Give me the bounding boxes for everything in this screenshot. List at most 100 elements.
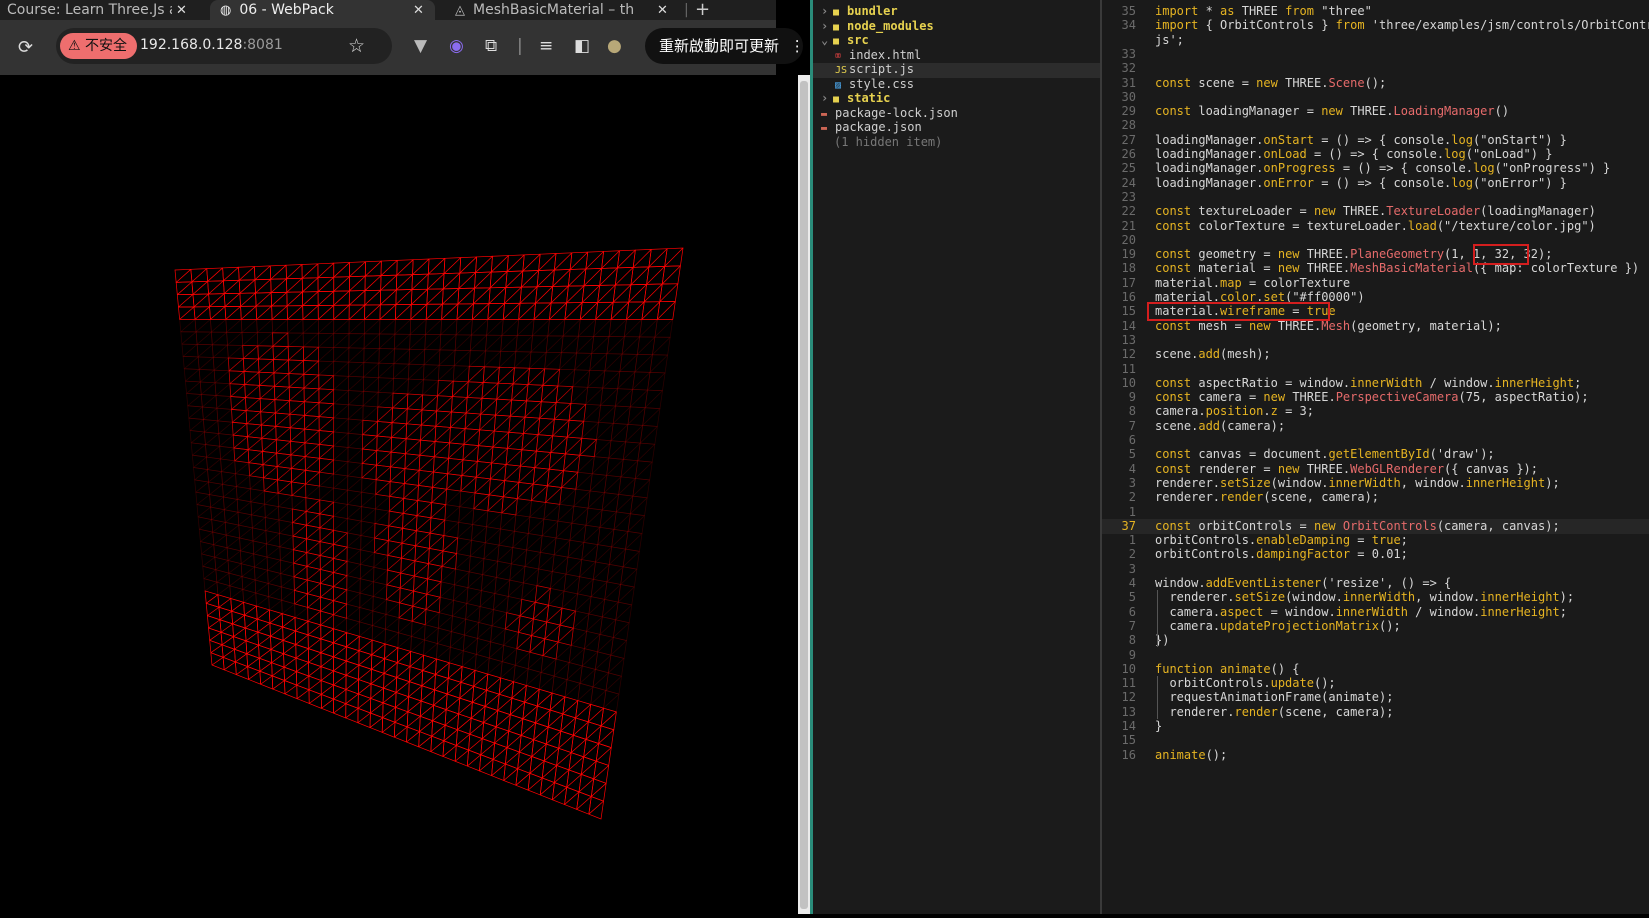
close-tab-icon[interactable]: ✕ bbox=[176, 3, 187, 18]
wireframe-cell bbox=[320, 666, 334, 686]
code-line[interactable]: 5 renderer.setSize(window.innerWidth, wi… bbox=[1102, 590, 1649, 605]
code-line[interactable]: 14} bbox=[1102, 719, 1649, 734]
wireframe-cell bbox=[303, 346, 319, 362]
tab-webpack[interactable]: ◍ 06 - WebPack ✕ bbox=[210, 0, 435, 20]
code-line[interactable]: 12 requestAnimationFrame(animate); bbox=[1102, 690, 1649, 705]
tab-course[interactable]: Course: Learn Three.Js a ✕ bbox=[0, 0, 200, 20]
code-line[interactable]: 28 bbox=[1102, 118, 1649, 133]
code-line[interactable]: 26 loadingManager.onLoad = () => { consol… bbox=[1102, 147, 1649, 162]
explorer-item[interactable]: › ■ node_modules bbox=[821, 19, 934, 34]
code-line[interactable]: 8}) bbox=[1102, 633, 1649, 648]
explorer-item[interactable]: › ■ static bbox=[821, 91, 890, 106]
code-editor[interactable]: 35 import * as THREE from "three" 34 import… bbox=[1102, 0, 1649, 914]
webgl-canvas[interactable] bbox=[0, 75, 798, 914]
chevron-right-icon[interactable]: › bbox=[821, 4, 833, 19]
explorer-item[interactable]: ⌄ ■ src bbox=[821, 33, 869, 48]
wireframe-cell bbox=[556, 747, 572, 771]
wireframe-cell bbox=[495, 710, 511, 732]
wireframe-cell bbox=[288, 386, 305, 403]
side-panel-icon[interactable]: ◧ bbox=[574, 36, 590, 56]
code-line[interactable]: 23 bbox=[1102, 190, 1649, 205]
code-line[interactable]: 5 const canvas = document.getElementById(… bbox=[1102, 447, 1649, 462]
code-line[interactable]: 27 loadingManager.onStart = () => { conso… bbox=[1102, 133, 1649, 148]
update-button[interactable]: 重新啟動即可更新 ⋮ bbox=[645, 28, 805, 64]
new-tab-icon[interactable]: + bbox=[695, 0, 710, 20]
code-line[interactable]: 30 bbox=[1102, 90, 1649, 105]
vue-devtools-icon[interactable]: ▼ bbox=[414, 36, 427, 56]
code-line[interactable]: 13 bbox=[1102, 333, 1649, 348]
code-line[interactable]: 18 const material = new THREE.MeshBasicMa… bbox=[1102, 261, 1649, 276]
explorer-item[interactable]: › ■ bundler bbox=[821, 4, 898, 19]
code-line[interactable]: 11 orbitControls.update(); bbox=[1102, 676, 1649, 691]
code-line[interactable]: 9 const camera = new THREE.PerspectiveCam… bbox=[1102, 390, 1649, 405]
code-line[interactable]: 24 loadingManager.onError = () => { conso… bbox=[1102, 176, 1649, 191]
explorer-item[interactable]: JS script.js bbox=[835, 62, 914, 77]
address-bar[interactable]: ⚠ 不安全 192.168.0.128:8081 ☆ bbox=[56, 28, 392, 64]
close-tab-icon[interactable]: ✕ bbox=[657, 3, 668, 18]
scrollbar-thumb[interactable] bbox=[800, 81, 808, 909]
explorer-item[interactable]: ▬ package.json bbox=[821, 120, 922, 135]
code-line[interactable]: 31 const scene = new THREE.Scene(); bbox=[1102, 76, 1649, 91]
explorer-item[interactable]: ▨ style.css bbox=[835, 77, 914, 92]
chevron-right-icon[interactable]: › bbox=[821, 19, 833, 34]
extension-icon[interactable]: ◉ bbox=[449, 36, 464, 56]
media-queue-icon[interactable]: ≡ bbox=[539, 36, 553, 56]
code-line[interactable]: 2 orbitControls.dampingFactor = 0.01; bbox=[1102, 547, 1649, 562]
star-icon[interactable]: ☆ bbox=[348, 35, 365, 57]
code-line[interactable]: 7 camera.updateProjectionMatrix(); bbox=[1102, 619, 1649, 634]
wireframe-cell bbox=[230, 598, 245, 616]
code-line[interactable]: 1 orbitControls.enableDamping = true; bbox=[1102, 533, 1649, 548]
tab-meshbasicmaterial[interactable]: ◬ MeshBasicMaterial – thr ✕ bbox=[445, 0, 675, 20]
code-line[interactable]: 10 const aspectRatio = window.innerWidth … bbox=[1102, 376, 1649, 391]
code-line[interactable]: 6 camera.aspect = window.innerWidth / wi… bbox=[1102, 605, 1649, 620]
code-line[interactable]: js'; bbox=[1102, 33, 1649, 48]
explorer-item[interactable]: (1 hidden item) bbox=[834, 135, 942, 150]
chevron-down-icon[interactable]: ⌄ bbox=[821, 33, 833, 48]
wireframe-cell bbox=[360, 520, 376, 539]
code-line[interactable]: 34 import { OrbitControls } from 'three/e… bbox=[1102, 18, 1649, 33]
code-line[interactable]: 4 const renderer = new THREE.WebGLRendere… bbox=[1102, 462, 1649, 477]
code-line[interactable]: 7 scene.add(camera); bbox=[1102, 419, 1649, 434]
code-line[interactable]: 35 import * as THREE from "three" bbox=[1102, 4, 1649, 19]
code-line[interactable]: 10 function animate() { bbox=[1102, 662, 1649, 677]
wireframe-cell bbox=[622, 548, 640, 570]
code-line[interactable]: 3 renderer.setSize(window.innerWidth, win… bbox=[1102, 476, 1649, 491]
explorer-item[interactable]: ⌧ index.html bbox=[835, 48, 921, 63]
code-line[interactable]: 29 const loadingManager = new THREE.Loadi… bbox=[1102, 104, 1649, 119]
code-line[interactable]: 2 renderer.render(scene, camera); bbox=[1102, 490, 1649, 505]
security-badge[interactable]: ⚠ 不安全 bbox=[60, 33, 138, 59]
code-line[interactable]: 17 material.map = colorTexture bbox=[1102, 276, 1649, 291]
code-line[interactable]: 19 const geometry = new THREE.PlaneGeomet… bbox=[1102, 247, 1649, 262]
line-number: 11 bbox=[1121, 361, 1136, 376]
code-line[interactable]: 8 camera.position.z = 3; bbox=[1102, 404, 1649, 419]
code-line[interactable]: 25 loadingManager.onProgress = () => { co… bbox=[1102, 161, 1649, 176]
code-line[interactable]: 12 scene.add(mesh); bbox=[1102, 347, 1649, 362]
code-line[interactable]: 15 bbox=[1102, 733, 1649, 748]
chevron-right-icon[interactable]: › bbox=[821, 91, 833, 106]
code-line[interactable]: 4 window.addEventListener('resize', () =>… bbox=[1102, 576, 1649, 591]
code-line[interactable]: 37 const orbitControls = new OrbitControl… bbox=[1102, 518, 1649, 534]
code-line[interactable]: 1 bbox=[1102, 505, 1649, 520]
wireframe-cell bbox=[369, 712, 384, 733]
code-line[interactable]: 3 bbox=[1102, 562, 1649, 577]
reload-icon[interactable]: ⟳ bbox=[18, 37, 33, 58]
browser-scrollbar[interactable] bbox=[798, 75, 810, 914]
code-line[interactable]: 32 bbox=[1102, 61, 1649, 76]
code-line[interactable]: 22 const textureLoader = new THREE.Textur… bbox=[1102, 204, 1649, 219]
code-line[interactable]: 33 bbox=[1102, 47, 1649, 62]
close-tab-icon[interactable]: ✕ bbox=[413, 3, 424, 18]
code-line[interactable]: 11 bbox=[1102, 362, 1649, 377]
wireframe-cell bbox=[459, 681, 475, 703]
profile-avatar-icon[interactable]: ● bbox=[607, 36, 622, 56]
code-line[interactable]: 9 bbox=[1102, 648, 1649, 663]
code-line[interactable]: 16 animate(); bbox=[1102, 748, 1649, 763]
explorer-item[interactable]: ▬ package-lock.json bbox=[821, 106, 958, 121]
code-line[interactable]: 13 renderer.render(scene, camera); bbox=[1102, 705, 1649, 720]
wireframe-cell bbox=[521, 270, 539, 288]
code-line[interactable]: 6 bbox=[1102, 433, 1649, 448]
menu-kebab-icon[interactable]: ⋮ bbox=[790, 37, 805, 55]
puzzle-icon[interactable]: ⧉ bbox=[485, 36, 497, 56]
wireframe-cell bbox=[303, 387, 320, 404]
code-line[interactable]: 21 const colorTexture = textureLoader.loa… bbox=[1102, 219, 1649, 234]
code-line[interactable]: 20 bbox=[1102, 233, 1649, 248]
